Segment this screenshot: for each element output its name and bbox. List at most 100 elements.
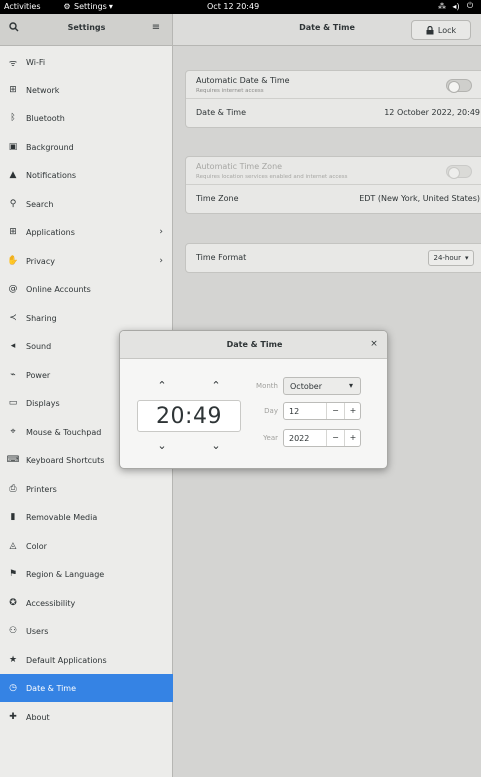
sidebar-item-users[interactable]: ⚇ Users <box>0 617 173 645</box>
sidebar-item-bluetooth[interactable]: ᛒ Bluetooth <box>0 104 173 132</box>
sidebar-item-label: Displays <box>26 398 60 408</box>
sidebar-item-notifications[interactable]: ▲ Notifications <box>0 161 173 189</box>
sidebar-item-online-accounts[interactable]: @ Online Accounts <box>0 275 173 303</box>
chevron-down-icon: ▾ <box>464 254 469 262</box>
chevron-down-icon: ⌄ <box>211 439 221 452</box>
dialog-close-button[interactable]: × <box>368 339 380 351</box>
hamburger-menu-button[interactable]: ≡ <box>148 22 164 38</box>
timezone-row[interactable]: Time Zone EDT (New York, United States) <box>186 185 481 213</box>
keyboard-icon: ⌨ <box>6 455 20 465</box>
day-stepper[interactable]: 12 − + <box>283 402 361 420</box>
sidebar-item-about[interactable]: ✚ About <box>0 703 173 731</box>
auto-datetime-switch[interactable] <box>446 79 472 93</box>
time-display[interactable]: 20:49 <box>137 400 241 432</box>
auto-datetime-label: Automatic Date & Time <box>196 76 290 85</box>
users-icon: ⚇ <box>8 626 18 636</box>
time-format-value: 24-hour <box>433 254 461 262</box>
sidebar-item-label: Notifications <box>26 170 77 180</box>
datetime-group: Automatic Date & Time Requires internet … <box>185 70 481 128</box>
minute-decrement-button[interactable]: ⌄ <box>206 439 226 453</box>
usb-icon: ▮ <box>10 512 16 522</box>
flag-icon: ⚑ <box>8 569 18 579</box>
timezone-value: EDT (New York, United States) <box>359 194 480 203</box>
mouse-icon: ⌖ <box>10 427 16 437</box>
auto-timezone-sub: Requires location services enabled and i… <box>196 174 348 180</box>
sidebar-item-accessibility[interactable]: ✪ Accessibility <box>0 589 173 617</box>
datetime-row[interactable]: Date & Time 12 October 2022, 20:49 <box>186 99 481 127</box>
chevron-up-icon: ⌃ <box>211 379 221 392</box>
year-minus-button[interactable]: − <box>326 430 344 446</box>
display-icon: ▭ <box>8 398 18 408</box>
sidebar-item-label: Removable Media <box>26 512 98 522</box>
content-header: Date & Time Lock <box>173 14 481 46</box>
search-icon: ⚲ <box>9 199 17 209</box>
sidebar-item-sharing[interactable]: ≺ Sharing <box>0 304 173 332</box>
about-icon: ✚ <box>9 712 17 722</box>
power-menu-icon: ⏻ <box>466 1 474 10</box>
datetime-dialog: Date & Time × ⌃ ⌃ 20:49 ⌄ ⌄ Month Octobe… <box>119 330 388 469</box>
chevron-down-icon: ⌄ <box>157 439 167 452</box>
sidebar-item-search[interactable]: ⚲ Search <box>0 190 173 218</box>
sidebar-item-date-time[interactable]: ◷ Date & Time <box>0 674 173 702</box>
hour-increment-button[interactable]: ⌃ <box>152 379 172 393</box>
sidebar-item-network[interactable]: ⊞ Network <box>0 76 173 104</box>
day-value[interactable]: 12 <box>289 407 299 416</box>
sidebar-item-label: Region & Language <box>26 569 105 579</box>
sidebar-item-region-language[interactable]: ⚑ Region & Language <box>0 560 173 588</box>
chevron-down-icon: ▾ <box>108 2 113 11</box>
sidebar-item-wifi[interactable]: ᯤ Wi-Fi <box>0 48 173 76</box>
bell-icon: ▲ <box>9 170 17 180</box>
year-value[interactable]: 2022 <box>289 434 309 443</box>
lock-label: Lock <box>437 25 457 35</box>
clock[interactable]: Oct 12 20:49 <box>207 2 259 11</box>
day-plus-button[interactable]: + <box>344 403 361 419</box>
sidebar-item-label: About <box>26 712 50 722</box>
sidebar-item-removable-media[interactable]: ▮ Removable Media <box>0 503 173 531</box>
sidebar-item-label: Accessibility <box>26 598 76 608</box>
activities-button[interactable]: Activities <box>4 2 41 11</box>
hamburger-icon: ≡ <box>151 22 161 33</box>
header-bar: Settings ≡ Date & Time Lock <box>0 14 481 46</box>
sidebar-item-label: Network <box>26 85 60 95</box>
top-bar: Activities ⚙ Settings ▾ Oct 12 20:49 ⁂ ◂… <box>0 0 481 14</box>
printer-icon: ⎙ <box>9 484 17 494</box>
chevron-right-icon: › <box>159 256 163 266</box>
apps-grid-icon: ⊞ <box>9 227 17 237</box>
accessibility-icon: ✪ <box>9 598 17 608</box>
bluetooth-icon: ᛒ <box>10 113 16 123</box>
sidebar-item-privacy[interactable]: ✋ Privacy › <box>0 247 173 275</box>
time-format-label: Time Format <box>196 253 247 262</box>
sidebar-item-label: Online Accounts <box>26 284 91 294</box>
network-icon: ⊞ <box>9 85 17 95</box>
sidebar-item-label: Date & Time <box>26 683 77 693</box>
month-dropdown[interactable]: October ▾ <box>283 377 361 395</box>
volume-icon: ◂) <box>452 1 460 11</box>
sidebar-item-default-applications[interactable]: ★ Default Applications <box>0 646 173 674</box>
speaker-icon: ◂ <box>10 341 16 351</box>
day-minus-button[interactable]: − <box>326 403 344 419</box>
sidebar-item-background[interactable]: ▣ Background <box>0 133 173 161</box>
sidebar-item-label: Wi-Fi <box>26 57 46 67</box>
year-plus-button[interactable]: + <box>344 430 361 446</box>
sidebar-item-color[interactable]: ◬ Color <box>0 532 173 560</box>
time-format-dropdown[interactable]: 24-hour ▾ <box>428 250 474 266</box>
day-label: Day <box>264 407 278 415</box>
app-menu[interactable]: ⚙ Settings ▾ <box>62 2 113 11</box>
star-icon: ★ <box>8 655 18 665</box>
sidebar-item-printers[interactable]: ⎙ Printers <box>0 475 173 503</box>
power-icon: ⌁ <box>10 370 16 380</box>
sidebar-item-label: Printers <box>26 484 57 494</box>
minute-increment-button[interactable]: ⌃ <box>206 379 226 393</box>
auto-datetime-row[interactable]: Automatic Date & Time Requires internet … <box>186 71 481 99</box>
lock-icon <box>426 25 434 34</box>
month-label: Month <box>256 382 278 390</box>
lock-button[interactable]: Lock <box>411 20 471 40</box>
sidebar-item-applications[interactable]: ⊞ Applications › <box>0 218 173 246</box>
sidebar-item-label: Applications <box>26 227 75 237</box>
system-menu[interactable]: ⁂ ◂) ⏻ <box>437 1 475 11</box>
year-stepper[interactable]: 2022 − + <box>283 429 361 447</box>
timezone-group: Automatic Time Zone Requires location se… <box>185 156 481 214</box>
hour-decrement-button[interactable]: ⌄ <box>152 439 172 453</box>
sidebar-item-label: Bluetooth <box>26 113 65 123</box>
auto-timezone-row: Automatic Time Zone Requires location se… <box>186 157 481 185</box>
